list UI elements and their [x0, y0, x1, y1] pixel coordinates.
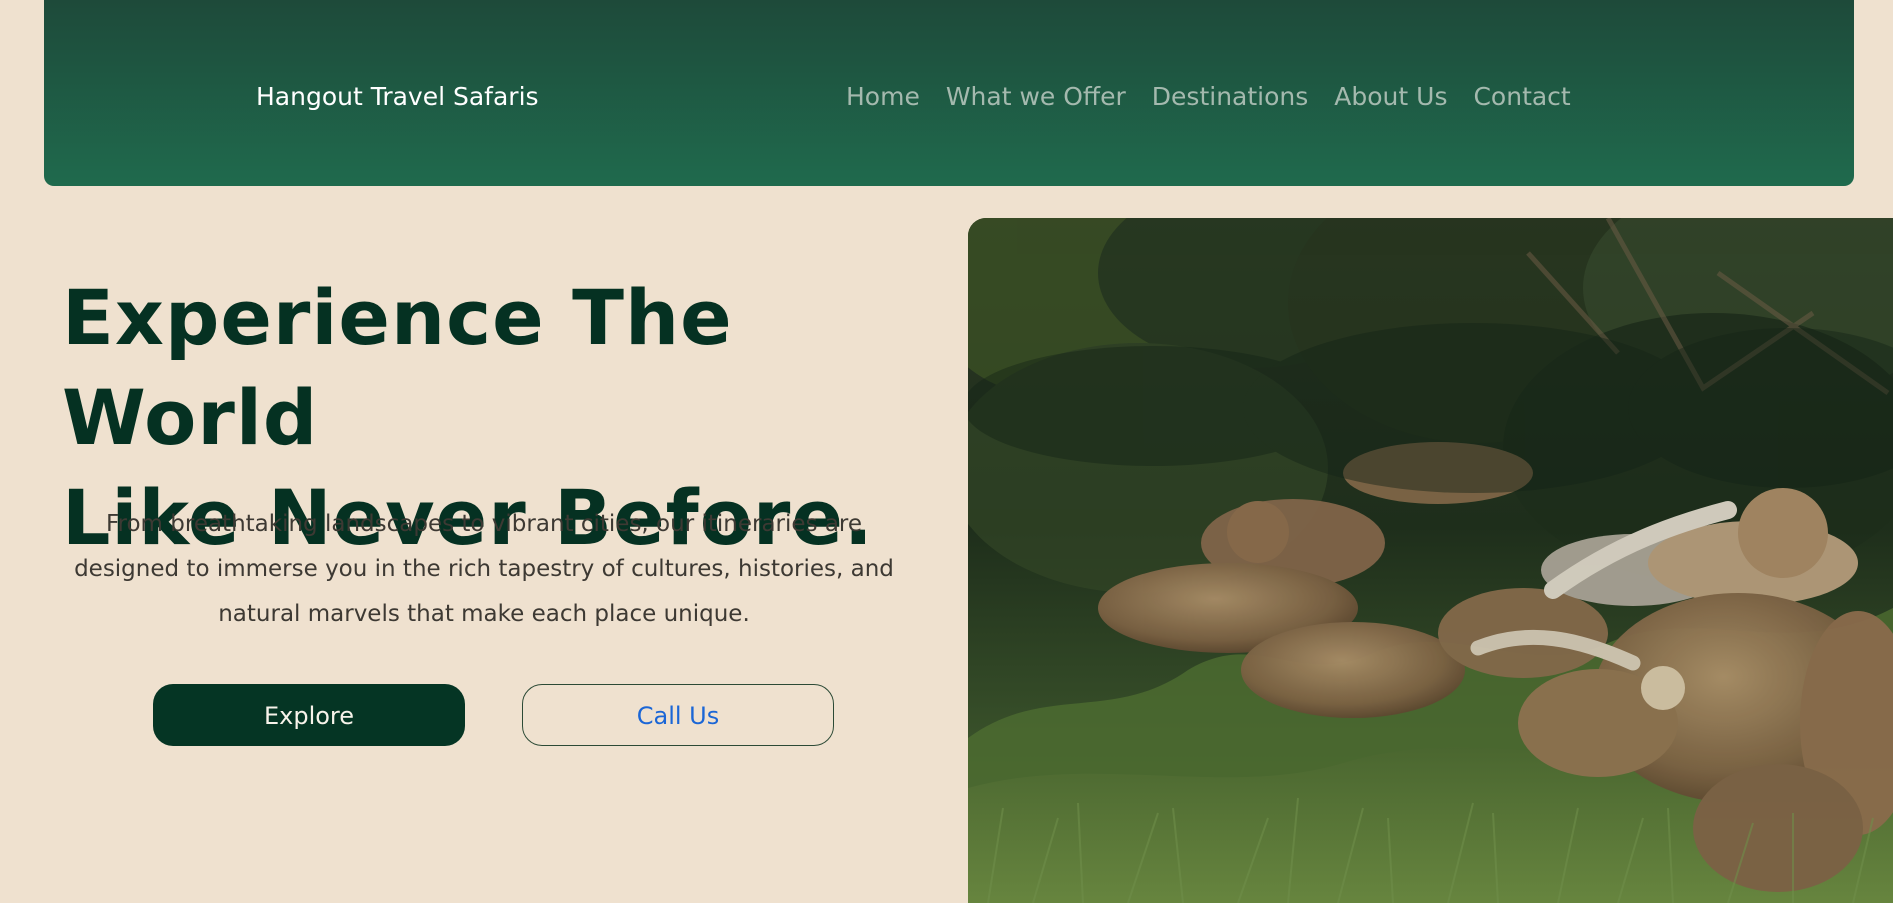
- site-logo-text[interactable]: Hangout Travel Safaris: [256, 82, 539, 112]
- explore-button[interactable]: Explore: [153, 684, 465, 746]
- hero-description: From breathtaking landscapes to vibrant …: [74, 511, 894, 627]
- nav-what-we-offer-link[interactable]: What we Offer: [946, 82, 1126, 116]
- nav-destinations-link[interactable]: Destinations: [1152, 82, 1308, 116]
- nav-home-link[interactable]: Home: [846, 82, 920, 116]
- call-us-button[interactable]: Call Us: [522, 684, 834, 746]
- top-navigation-bar: Hangout Travel Safaris Home What we Offe…: [44, 0, 1854, 186]
- nav-about-us-link[interactable]: About Us: [1334, 82, 1447, 116]
- hero-title-line-1: Experience The World: [62, 273, 733, 462]
- lion-pride-photo-illustration: [968, 218, 1893, 903]
- nav-contact-link[interactable]: Contact: [1473, 82, 1570, 116]
- primary-nav-links: Home What we Offer Destinations About Us…: [846, 82, 1571, 116]
- hero-lion-image: [968, 218, 1893, 903]
